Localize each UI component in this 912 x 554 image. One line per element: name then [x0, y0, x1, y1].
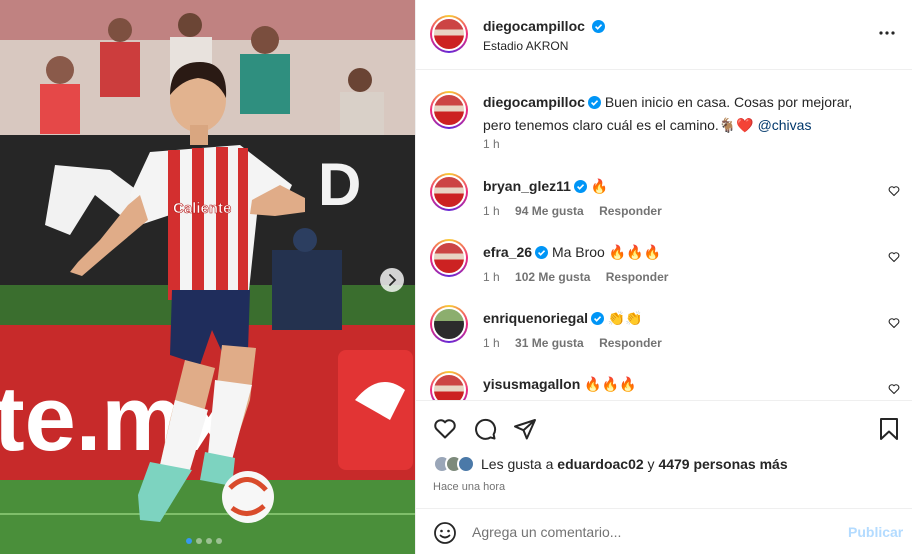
- like-comment-heart-icon[interactable]: [888, 251, 900, 263]
- likes-prefix: Les gusta a: [481, 456, 554, 472]
- share-paper-plane-icon[interactable]: [513, 417, 537, 441]
- post-timestamp[interactable]: Hace una hora: [433, 481, 505, 493]
- comment-like-count[interactable]: 31 Me gusta: [515, 336, 584, 350]
- comment-meta: 1 h 102 Me gusta Responder: [483, 270, 680, 284]
- commenter-avatar[interactable]: [430, 173, 468, 211]
- carousel-dot: [196, 538, 202, 544]
- post-details-panel: diegocampilloc Estadio AKRON diegocampil…: [415, 0, 912, 554]
- verified-badge-icon: [591, 20, 605, 33]
- commenter-avatar[interactable]: [430, 305, 468, 343]
- comment-text-block: yisusmagallon 🔥🔥🔥: [483, 373, 883, 396]
- comment-input[interactable]: [472, 521, 832, 543]
- carousel-dot: [186, 538, 192, 544]
- comment-text: 🔥🔥🔥: [584, 376, 637, 392]
- emoji-picker-icon[interactable]: [433, 521, 457, 545]
- commenter-username[interactable]: efra_26: [483, 244, 532, 260]
- comment-like-count[interactable]: 102 Me gusta: [515, 270, 590, 284]
- caption-meta: 1 h: [483, 137, 512, 151]
- svg-text:Caliente: Caliente: [173, 200, 231, 217]
- comment-item: efra_26 Ma Broo 🔥🔥🔥 1 h 102 Me gusta Res…: [430, 239, 900, 299]
- liker-avatar[interactable]: [457, 455, 475, 473]
- publish-button[interactable]: Publicar: [848, 524, 903, 540]
- comment-text-block: bryan_glez11 🔥: [483, 175, 883, 198]
- comment-composer: Publicar: [416, 508, 912, 554]
- caption-text-block: diegocampilloc Buen inicio en casa. Cosa…: [483, 91, 883, 137]
- reply-button[interactable]: Responder: [599, 336, 662, 350]
- verified-badge-icon: [535, 246, 549, 259]
- more-options-icon[interactable]: [878, 24, 896, 42]
- carousel-dot: [206, 538, 212, 544]
- soccer-photo: D te.mx Caliente: [0, 0, 415, 554]
- svg-text:D: D: [318, 151, 361, 218]
- caption-author-avatar[interactable]: [430, 91, 468, 129]
- reply-button[interactable]: Responder: [606, 270, 669, 284]
- post-caption: diegocampilloc Buen inicio en casa. Cosa…: [430, 91, 900, 161]
- like-comment-heart-icon[interactable]: [888, 185, 900, 197]
- commenter-username[interactable]: bryan_glez11: [483, 178, 571, 194]
- author-username-row[interactable]: diegocampilloc: [483, 18, 605, 34]
- comment-item: yisusmagallon 🔥🔥🔥: [430, 371, 900, 400]
- comment-text-block: efra_26 Ma Broo 🔥🔥🔥: [483, 241, 883, 264]
- likes-summary: Les gusta a eduardoac02 y 4479 personas …: [433, 455, 788, 473]
- comment-meta: 1 h 31 Me gusta Responder: [483, 336, 674, 350]
- comment-text: Ma Broo 🔥🔥🔥: [551, 244, 662, 260]
- liker-username-link[interactable]: eduardoac02: [557, 456, 643, 472]
- author-avatar[interactable]: [430, 15, 468, 53]
- comment-text: 🔥: [590, 178, 609, 194]
- likes-text: Les gusta a eduardoac02 y 4479 personas …: [481, 456, 788, 472]
- like-heart-icon[interactable]: [433, 417, 457, 441]
- verified-badge-icon: [573, 180, 587, 193]
- like-comment-heart-icon[interactable]: [888, 317, 900, 329]
- comment-text-block: enriquenoriegal 👏👏: [483, 307, 883, 330]
- save-bookmark-icon[interactable]: [878, 417, 900, 441]
- verified-badge-icon: [587, 96, 601, 109]
- post-location[interactable]: Estadio AKRON: [483, 39, 568, 53]
- likes-conjunction: y: [647, 456, 655, 472]
- likes-count-link[interactable]: 4479 personas más: [658, 456, 787, 472]
- verified-badge-icon: [591, 312, 605, 325]
- post-header: diegocampilloc Estadio AKRON: [416, 0, 912, 70]
- caption-author[interactable]: diegocampilloc: [483, 94, 585, 110]
- author-username[interactable]: diegocampilloc: [483, 18, 585, 34]
- comment-time[interactable]: 1 h: [483, 204, 500, 218]
- comment-time[interactable]: 1 h: [483, 270, 500, 284]
- comment-meta: 1 h 94 Me gusta Responder: [483, 204, 674, 218]
- caption-mention-link[interactable]: @chivas: [758, 117, 812, 133]
- post-actions: Les gusta a eduardoac02 y 4479 personas …: [416, 400, 912, 504]
- comments-list[interactable]: diegocampilloc Buen inicio en casa. Cosa…: [416, 71, 912, 400]
- comment-item: enriquenoriegal 👏👏 1 h 31 Me gusta Respo…: [430, 305, 900, 365]
- comment-time[interactable]: 1 h: [483, 336, 500, 350]
- commenter-username[interactable]: yisusmagallon: [483, 376, 580, 392]
- post-image[interactable]: D te.mx Caliente: [0, 0, 415, 554]
- comment-bubble-icon[interactable]: [473, 417, 497, 441]
- carousel-dots: [186, 538, 222, 544]
- next-slide-button[interactable]: [380, 268, 404, 292]
- carousel-dot: [216, 538, 222, 544]
- comment-like-count[interactable]: 94 Me gusta: [515, 204, 584, 218]
- commenter-username[interactable]: enriquenoriegal: [483, 310, 588, 326]
- reply-button[interactable]: Responder: [599, 204, 662, 218]
- chevron-right-icon: [389, 274, 397, 286]
- like-comment-heart-icon[interactable]: [888, 383, 900, 395]
- commenter-avatar[interactable]: [430, 371, 468, 400]
- caption-time[interactable]: 1 h: [483, 137, 500, 151]
- commenter-avatar[interactable]: [430, 239, 468, 277]
- comment-item: bryan_glez11 🔥 1 h 94 Me gusta Responder: [430, 173, 900, 233]
- comment-text: 👏👏: [607, 310, 643, 326]
- caption-emoji: 🐐❤️: [718, 117, 754, 133]
